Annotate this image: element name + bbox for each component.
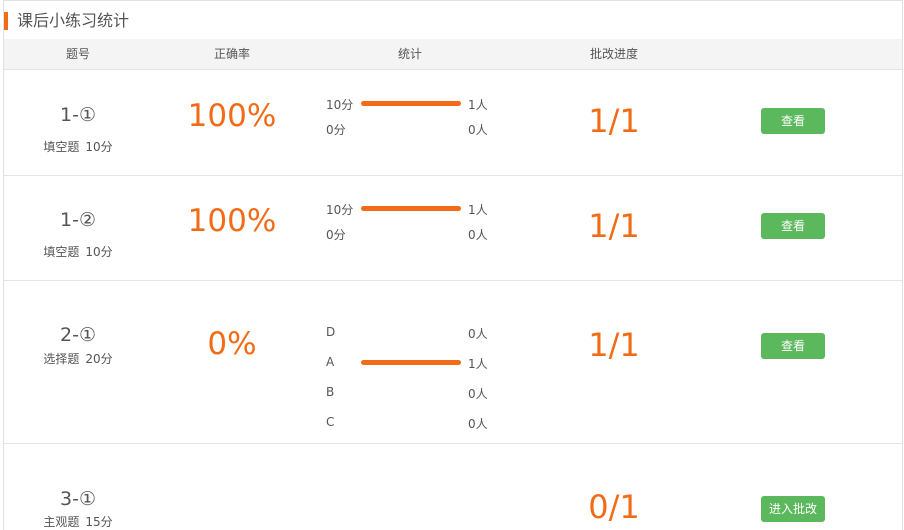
question-score: 10分 <box>85 245 113 259</box>
stat-bar-fill <box>361 206 461 211</box>
question-row: 1-① 填空题 10分 100% 10分 1人 0分 0人 1/1 查看 <box>4 71 902 176</box>
stat-bar-fill <box>361 101 461 106</box>
start-grading-button[interactable]: 进入批改 <box>761 496 825 522</box>
stat-bar <box>361 360 461 365</box>
question-score: 15分 <box>85 515 113 529</box>
question-number: 1-① <box>60 104 96 126</box>
stat-label: C <box>326 415 335 429</box>
question-type-label: 主观题 <box>43 515 80 529</box>
question-type-label: 填空题 <box>43 140 80 154</box>
accuracy-value: 100% <box>187 203 277 239</box>
question-type: 选择题 20分 <box>43 350 112 367</box>
header-number: 题号 <box>65 47 91 61</box>
question-number: 2-① <box>60 324 96 346</box>
grading-progress: 1/1 <box>588 102 640 140</box>
question-score: 10分 <box>85 140 113 154</box>
stats-panel: 课后小练习统计 题号 正确率 统计 批改进度 1-① 填空题 10分 100% 1… <box>3 0 903 530</box>
question-row: 1-② 填空题 10分 100% 10分 1人 0分 0人 1/1 查看 <box>4 176 902 281</box>
question-type: 填空题 10分 <box>43 243 112 260</box>
page-title: 课后小练习统计 <box>17 11 130 30</box>
title-accent-bar <box>4 12 8 30</box>
table-header: 题号 正确率 统计 批改进度 <box>4 39 902 70</box>
question-score: 20分 <box>85 352 113 366</box>
grading-progress: 0/1 <box>588 488 640 526</box>
header-stats: 统计 <box>397 47 423 61</box>
stat-bar <box>361 420 461 425</box>
grading-progress: 1/1 <box>588 207 640 245</box>
stat-label: B <box>326 385 335 399</box>
question-type-label: 选择题 <box>43 352 80 366</box>
stat-label: 0分 <box>326 228 346 242</box>
stat-bar <box>361 330 461 335</box>
header-accuracy: 正确率 <box>213 47 251 61</box>
stat-count: 0人 <box>468 123 488 137</box>
view-button[interactable]: 查看 <box>761 333 825 359</box>
stat-label: D <box>326 325 336 339</box>
accuracy-value: 0% <box>207 326 257 362</box>
stat-bar-fill <box>361 360 461 365</box>
stat-count: 0人 <box>468 327 488 341</box>
stat-count: 0人 <box>468 387 488 401</box>
stat-label: A <box>326 355 335 369</box>
grading-progress: 1/1 <box>588 326 640 364</box>
stat-count: 1人 <box>468 98 488 112</box>
accuracy-value: 100% <box>187 98 277 134</box>
stat-count: 1人 <box>468 357 488 371</box>
stat-bar <box>361 390 461 395</box>
header-progress: 批改进度 <box>589 47 639 61</box>
stat-bar <box>361 101 461 106</box>
view-button[interactable]: 查看 <box>761 213 825 239</box>
question-row: 2-① 选择题 20分 0% D 0人 A 1人 B 0人 C 0人 1/1 查看 <box>4 281 902 444</box>
stat-count: 1人 <box>468 203 488 217</box>
question-type-label: 填空题 <box>43 245 80 259</box>
question-type: 主观题 15分 <box>43 513 112 530</box>
question-type: 填空题 10分 <box>43 138 112 155</box>
stat-count: 0人 <box>468 228 488 242</box>
question-number: 1-② <box>60 209 96 231</box>
question-number: 3-① <box>60 488 96 510</box>
stat-bar <box>361 206 461 211</box>
view-button[interactable]: 查看 <box>761 108 825 134</box>
title-bar: 课后小练习统计 <box>4 1 902 39</box>
stat-bar <box>361 231 461 236</box>
stat-label: 10分 <box>326 203 354 217</box>
question-row: 3-① 主观题 15分 0/1 进入批改 <box>4 444 902 530</box>
stat-label: 10分 <box>326 98 354 112</box>
stat-label: 0分 <box>326 123 346 137</box>
stat-count: 0人 <box>468 417 488 431</box>
stat-bar <box>361 126 461 131</box>
